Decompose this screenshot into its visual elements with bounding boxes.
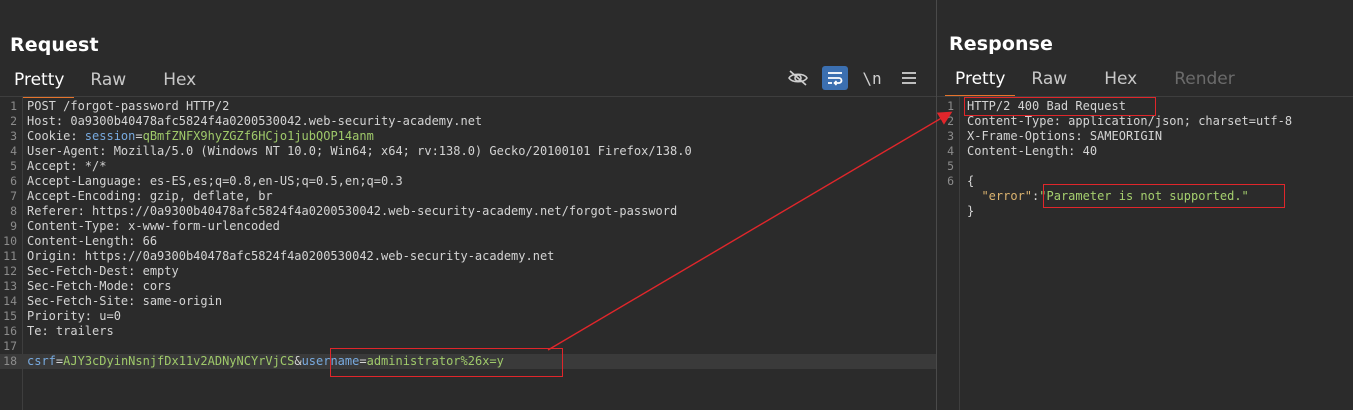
response-line-6: 6{ <box>947 174 975 188</box>
param-csrf-value: AJY3cDyinNsnjfDx11v2ADNyNCYrVjCS <box>63 354 295 368</box>
response-line-3: 3 X-Frame-Options: SAMEORIGIN <box>947 129 1163 143</box>
request-line-17: 17 <box>3 339 17 353</box>
request-tabs: Pretty Raw Hex <box>4 66 223 98</box>
response-editor[interactable]: 1 HTTP/2 400 Bad Request 2 Content-Type: a… <box>937 96 1353 410</box>
json-error-key: "error" <box>981 189 1033 203</box>
request-body-line: 18 csrf=AJY3cDyinNsnjfDx11v2ADNyNCYrVjCS&… <box>0 354 936 369</box>
cookie-name: session <box>84 129 136 143</box>
request-toolbar: \n <box>774 66 922 90</box>
request-line-11: 11 Origin: https://0a9300b40478afc5824f4a… <box>3 249 555 263</box>
request-line-12: 12 Sec-Fetch-Dest: empty <box>3 264 179 278</box>
request-line-7: 7 Accept-Encoding: gzip, deflate, br <box>10 189 273 203</box>
request-pane: Request Pretty Raw Hex \n 1 POST /forgot… <box>0 0 936 410</box>
response-tab-hex[interactable]: Hex <box>1094 65 1147 95</box>
response-title: Response <box>949 33 1054 55</box>
hamburger-menu-icon[interactable] <box>896 66 922 90</box>
request-tab-pretty[interactable]: Pretty <box>4 66 75 98</box>
word-wrap-icon[interactable] <box>822 66 848 90</box>
request-line-10: 10 Content-Length: 66 <box>3 234 158 248</box>
request-line-14: 14 Sec-Fetch-Site: same-origin <box>3 294 223 308</box>
response-line-close: } <box>967 204 975 218</box>
response-tab-pretty[interactable]: Pretty <box>945 65 1016 97</box>
response-line-5: 5 <box>947 159 954 173</box>
param-csrf-key: csrf <box>27 354 56 368</box>
response-pane: Response Pretty Raw Hex Render 1 HTTP/2 4… <box>937 0 1353 410</box>
request-line-8: 8 Referer: https://0a9300b40478afc5824f4a… <box>10 204 678 218</box>
request-editor[interactable]: 1 POST /forgot-password HTTP/2 2 Host: 0a9… <box>0 96 936 410</box>
request-line-13: 13 Sec-Fetch-Mode: cors <box>3 279 172 293</box>
json-error-value: "Parameter is not supported." <box>1039 189 1249 203</box>
request-line-16: 16 Te: trailers <box>3 324 114 338</box>
request-tab-raw[interactable]: Raw <box>80 66 136 96</box>
response-line-1: 1 HTTP/2 400 Bad Request <box>947 99 1126 113</box>
request-line-6: 6 Accept-Language: es-ES,es;q=0.8,en-US;q… <box>10 174 403 188</box>
request-line-3: 3 Cookie: session=qBmfZNFX9hyZGZf6HCjo1ju… <box>10 129 374 143</box>
newline-label: \n <box>862 68 882 88</box>
request-line-4: 4 User-Agent: Mozilla/5.0 (Windows NT 10.… <box>10 144 692 158</box>
request-tab-hex[interactable]: Hex <box>153 66 206 96</box>
response-tab-raw[interactable]: Raw <box>1021 65 1077 95</box>
request-line-2: 2 Host: 0a9300b40478afc5824f4a0200530042.… <box>10 114 483 128</box>
param-username-key: username <box>301 354 360 368</box>
request-line-9: 9 Content-Type: x-www-form-urlencoded <box>10 219 280 233</box>
response-json-error-line: "error":"Parameter is not supported." <box>981 189 1249 203</box>
response-tabs: Pretty Raw Hex Render <box>945 65 1262 97</box>
request-line-5: 5 Accept: */* <box>10 159 107 173</box>
response-line-2: 2 Content-Type: application/json; charset… <box>947 114 1293 128</box>
param-username-value: administrator%26x=y <box>366 354 504 368</box>
request-line-15: 15 Priority: u=0 <box>3 309 121 323</box>
newline-toggle-button[interactable]: \n <box>859 66 885 90</box>
request-line-1: 1 POST /forgot-password HTTP/2 <box>10 99 230 113</box>
request-title: Request <box>10 34 99 56</box>
cookie-value: qBmfZNFX9hyZGZf6HCjo1jubQOP14anm <box>142 129 374 143</box>
response-line-4: 4 Content-Length: 40 <box>947 144 1098 158</box>
response-tab-render: Render <box>1174 69 1235 89</box>
eye-slash-icon[interactable] <box>785 66 811 90</box>
